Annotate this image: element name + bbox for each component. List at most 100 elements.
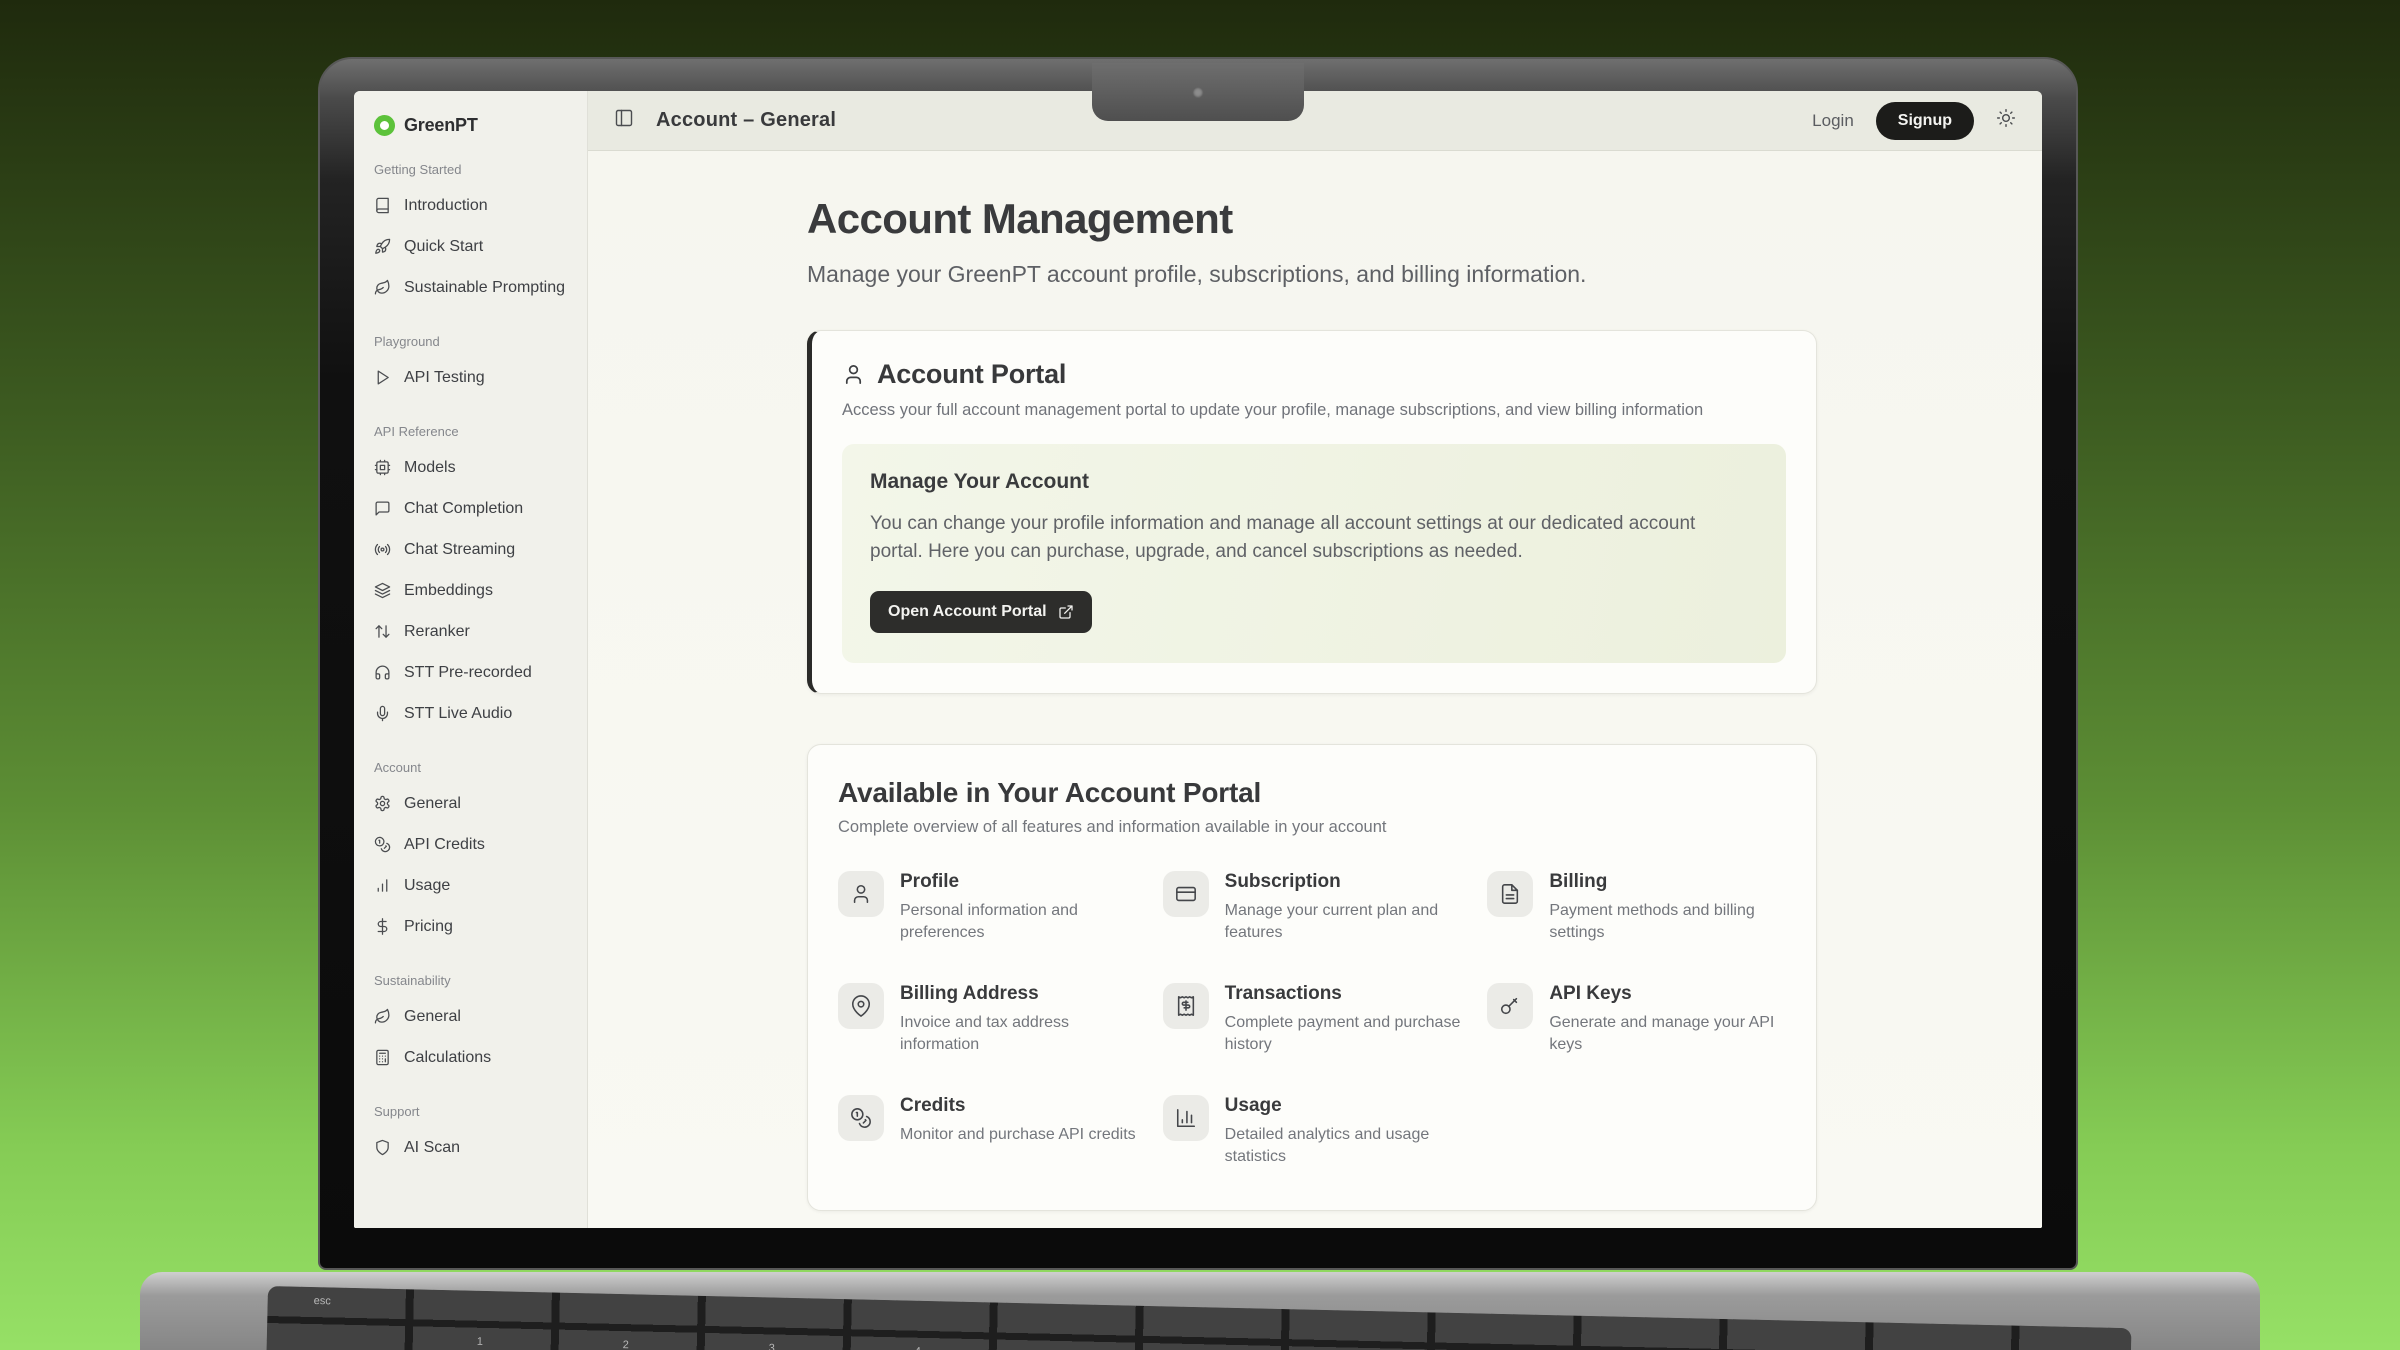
sidebar-item-api-testing[interactable]: API Testing — [354, 357, 587, 398]
section-playground: Playground API Testing — [354, 334, 587, 398]
feature-title: API Keys — [1549, 983, 1786, 1005]
sidebar-item-label: API Credits — [404, 836, 485, 854]
page-subtitle: Manage your GreenPT account profile, sub… — [807, 261, 1817, 288]
sidebar-item-api-credits[interactable]: API Credits — [354, 824, 587, 865]
feature-description: Monitor and purchase API credits — [900, 1124, 1136, 1146]
section-support: Support AI Scan — [354, 1104, 587, 1168]
sidebar-item-label: Models — [404, 459, 456, 477]
sidebar-item-label: Pricing — [404, 918, 453, 936]
background: GreenPT Getting Started Introduction Qui… — [0, 0, 2400, 1350]
sidebar-item-ai-scan[interactable]: AI Scan — [354, 1127, 587, 1168]
sidebar: GreenPT Getting Started Introduction Qui… — [354, 91, 588, 1228]
external-link-icon — [1058, 604, 1074, 620]
sidebar-item-label: AI Scan — [404, 1139, 460, 1157]
sidebar-item-embeddings[interactable]: Embeddings — [354, 570, 587, 611]
card-title: Available in Your Account Portal — [838, 777, 1786, 809]
book-icon — [374, 197, 391, 214]
feature-billing: Billing Payment methods and billing sett… — [1487, 871, 1786, 943]
laptop-screen: GreenPT Getting Started Introduction Qui… — [318, 57, 2078, 1270]
feature-title: Credits — [900, 1095, 1136, 1117]
feature-api-keys: API Keys Generate and manage your API ke… — [1487, 983, 1786, 1055]
coins-icon — [374, 836, 391, 853]
sidebar-item-stt-live-audio[interactable]: STT Live Audio — [354, 693, 587, 734]
sidebar-item-usage[interactable]: Usage — [354, 865, 587, 906]
sidebar-item-reranker[interactable]: Reranker — [354, 611, 587, 652]
feature-usage: Usage Detailed analytics and usage stati… — [1163, 1095, 1462, 1167]
section-label: Sustainability — [354, 973, 587, 988]
keyboard-key-esc: esc — [314, 1295, 331, 1307]
mic-icon — [374, 705, 391, 722]
leaf-icon — [374, 1008, 391, 1025]
button-label: Open Account Portal — [888, 603, 1047, 621]
manage-account-panel: Manage Your Account You can change your … — [842, 444, 1786, 663]
theme-toggle-button[interactable] — [1996, 108, 2016, 133]
open-account-portal-button[interactable]: Open Account Portal — [870, 591, 1092, 633]
sidebar-item-chat-streaming[interactable]: Chat Streaming — [354, 529, 587, 570]
file-text-icon — [1487, 871, 1533, 917]
section-label: Getting Started — [354, 162, 587, 177]
keyboard: esc tab 1 2 3 4 5 6 Q W E — [263, 1286, 2132, 1350]
section-api-reference: API Reference Models Chat Completion Cha… — [354, 424, 587, 734]
credit-card-icon — [1163, 871, 1209, 917]
feature-transactions: Transactions Complete payment and purcha… — [1163, 983, 1462, 1055]
layers-icon — [374, 582, 391, 599]
sidebar-item-stt-pre-recorded[interactable]: STT Pre-recorded — [354, 652, 587, 693]
sun-icon — [1996, 108, 2016, 128]
keyboard-key: 2 — [623, 1339, 629, 1350]
keyboard-key: 3 — [769, 1342, 775, 1350]
logo-text: GreenPT — [404, 115, 478, 136]
shield-icon — [374, 1139, 391, 1156]
sidebar-item-label: General — [404, 795, 461, 813]
feature-title: Billing Address — [900, 983, 1137, 1005]
panel-left-icon — [614, 108, 634, 128]
sidebar-item-introduction[interactable]: Introduction — [354, 185, 587, 226]
features-grid: Profile Personal information and prefere… — [838, 871, 1786, 1168]
dollar-icon — [374, 918, 391, 935]
keyboard-key: 1 — [477, 1336, 483, 1348]
feature-title: Profile — [900, 871, 1137, 893]
sidebar-toggle-button[interactable] — [614, 108, 634, 133]
sidebar-item-pricing[interactable]: Pricing — [354, 906, 587, 947]
breadcrumb: Account – General — [656, 109, 836, 132]
sidebar-item-sustainable-prompting[interactable]: Sustainable Prompting — [354, 267, 587, 308]
sidebar-item-sustainability-general[interactable]: General — [354, 996, 587, 1037]
camera-dot — [1193, 87, 1204, 98]
sidebar-item-label: Chat Streaming — [404, 541, 515, 559]
card-subtitle: Complete overview of all features and in… — [838, 818, 1786, 837]
laptop-notch — [1092, 63, 1304, 121]
panel-title: Manage Your Account — [870, 470, 1758, 494]
section-getting-started: Getting Started Introduction Quick Start… — [354, 162, 587, 308]
feature-title: Billing — [1549, 871, 1786, 893]
sidebar-item-label: Calculations — [404, 1049, 491, 1067]
receipt-icon — [1163, 983, 1209, 1029]
account-portal-card: Account Portal Access your full account … — [807, 330, 1817, 694]
sidebar-item-label: Embeddings — [404, 582, 493, 600]
feature-description: Payment methods and billing settings — [1549, 900, 1786, 943]
sidebar-item-label: Introduction — [404, 197, 488, 215]
main-pane: Account – General Login Signup Account M… — [588, 91, 2042, 1228]
sidebar-item-quick-start[interactable]: Quick Start — [354, 226, 587, 267]
feature-billing-address: Billing Address Invoice and tax address … — [838, 983, 1137, 1055]
play-icon — [374, 369, 391, 386]
section-account: Account General API Credits Usage — [354, 760, 587, 947]
section-label: Playground — [354, 334, 587, 349]
logo[interactable]: GreenPT — [354, 115, 587, 136]
user-icon — [842, 363, 865, 386]
sidebar-item-chat-completion[interactable]: Chat Completion — [354, 488, 587, 529]
feature-subscription: Subscription Manage your current plan an… — [1163, 871, 1462, 943]
sidebar-item-calculations[interactable]: Calculations — [354, 1037, 587, 1078]
sidebar-item-models[interactable]: Models — [354, 447, 587, 488]
map-pin-icon — [838, 983, 884, 1029]
card-title: Account Portal — [877, 359, 1066, 390]
feature-credits: Credits Monitor and purchase API credits — [838, 1095, 1137, 1167]
login-button[interactable]: Login — [1812, 111, 1854, 131]
signup-button[interactable]: Signup — [1876, 102, 1974, 140]
greenpt-logo-icon — [374, 115, 395, 136]
sidebar-item-account-general[interactable]: General — [354, 783, 587, 824]
feature-title: Transactions — [1225, 983, 1462, 1005]
rocket-icon — [374, 238, 391, 255]
feature-description: Manage your current plan and features — [1225, 900, 1462, 943]
page-title: Account Management — [807, 195, 1817, 243]
feature-description: Invoice and tax address information — [900, 1012, 1137, 1055]
section-label: API Reference — [354, 424, 587, 439]
